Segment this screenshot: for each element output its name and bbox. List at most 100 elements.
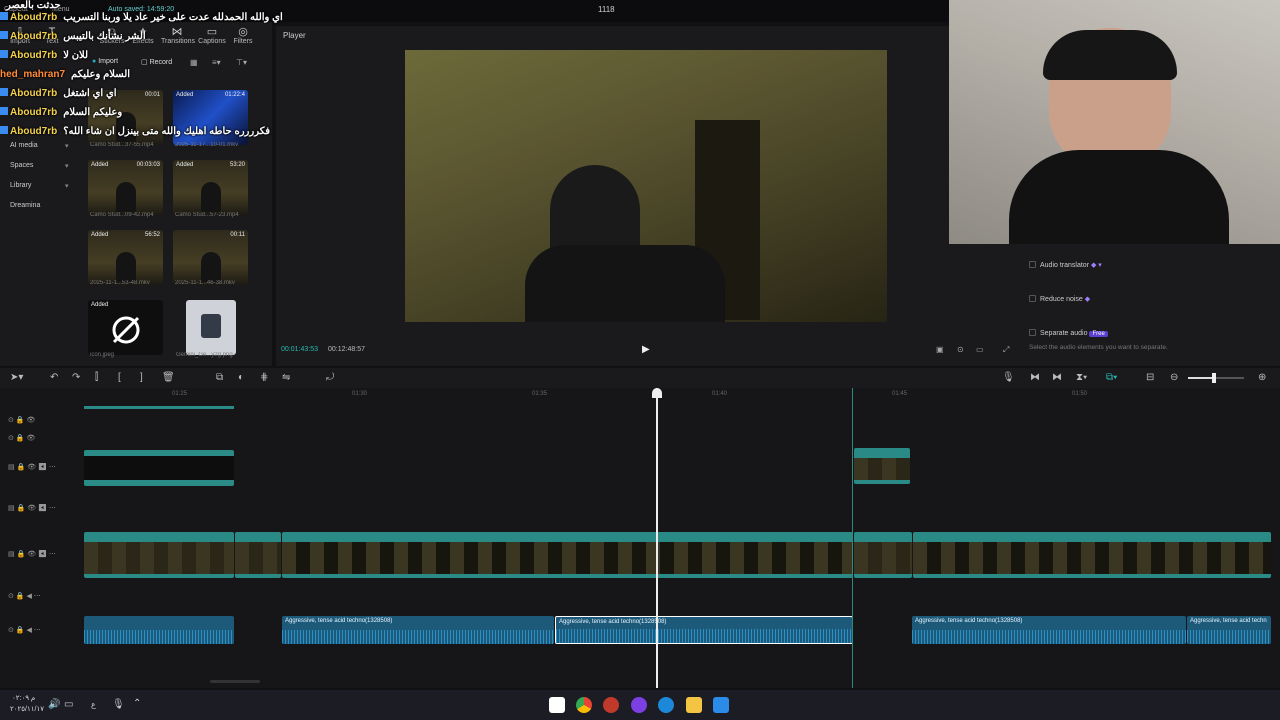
sort-icon[interactable]: ≡▾ — [212, 58, 221, 67]
media-thumb[interactable]: 00:11 — [173, 230, 248, 285]
redo-icon[interactable]: ↷ — [72, 372, 80, 383]
volume-icon[interactable]: 🔊 — [48, 699, 60, 710]
checkbox[interactable] — [1029, 261, 1036, 268]
time-ruler[interactable]: 01:25 01:30 01:35 01:40 01:45 01:50 — [84, 388, 1280, 402]
tool-captions[interactable]: ▭ Captions — [196, 26, 228, 45]
nav-library[interactable]: Library ▾ — [10, 182, 69, 190]
audio-clip-selected[interactable]: Aggressive, tense acid techno(1328508) — [555, 616, 853, 644]
audio-translator-option[interactable]: Audio translator ◆ ▾ — [1029, 261, 1102, 269]
date: ٢٠٢٥/١١/١٧ — [10, 706, 44, 713]
rotate-icon[interactable]: ⤾ — [326, 372, 334, 383]
compound-clip[interactable]: Compound clip13 00:00:15:49 — [913, 532, 1271, 578]
overlay-clip[interactable]: 2025-11-17 10-53- — [854, 448, 910, 484]
track-controls[interactable]: ⊙ 🔒 ◀ ⋯ — [8, 626, 41, 634]
zoom-out-icon[interactable]: ⊖ — [1170, 372, 1178, 383]
chevron-down-icon: ▾ — [65, 143, 69, 150]
separate-audio-option[interactable]: Separate audio Free — [1029, 329, 1108, 337]
video-clip[interactable]: 2025-11-17 10- — [235, 532, 281, 578]
link-icon[interactable]: ⧓ — [1030, 372, 1040, 383]
network-icon[interactable]: ▭ — [64, 699, 73, 710]
obs-icon[interactable] — [631, 697, 647, 713]
crop-icon[interactable]: ⧉ — [216, 372, 223, 383]
audio-clip[interactable] — [84, 616, 234, 644]
nav-spaces[interactable]: Spaces ▾ — [10, 162, 69, 170]
filter-icon[interactable]: ⊤▾ — [236, 58, 247, 67]
shirt — [1009, 150, 1229, 244]
reverse-icon[interactable]: ⇋ — [282, 372, 290, 383]
fullscreen-icon[interactable]: ⤢ — [1003, 345, 1009, 355]
compound-clip[interactable]: Compound clip — [854, 532, 912, 578]
zoom-in-icon[interactable]: ⊕ — [1258, 372, 1266, 383]
playhead[interactable] — [652, 388, 662, 688]
reduce-noise-option[interactable]: Reduce noise ◆ — [1029, 295, 1090, 303]
audio-clip[interactable]: Aggressive, tense acid techno(1328508) — [912, 616, 1186, 644]
track-controls[interactable]: ▤ 🔒 👁 ◀ ⋯ — [8, 504, 56, 512]
nav-ai-media[interactable]: AI media ▾ — [10, 142, 69, 150]
media-thumb[interactable]: Added 56:52 — [88, 230, 163, 285]
zoom-slider[interactable] — [1188, 373, 1244, 383]
waveform — [912, 630, 1186, 644]
chat-message: Aboud7rb للان لا — [0, 50, 88, 61]
separate-hint: Select the audio elements you want to se… — [1029, 344, 1168, 351]
preview-axis-icon[interactable]: ⧗▾ — [1076, 372, 1087, 383]
play-icon[interactable]: ▶ — [642, 344, 650, 355]
compound-clip[interactable]: Compound clip10 00:00:15:49 — [282, 532, 853, 578]
track-controls[interactable]: ⊙ 🔒 👁 — [8, 416, 35, 424]
record-button[interactable]: ▢ Record — [141, 58, 172, 66]
microphone-icon[interactable]: 🎙 — [1002, 372, 1015, 383]
magnet-icon[interactable]: ⧉▾ — [1106, 372, 1117, 383]
playhead-handle[interactable] — [652, 388, 662, 398]
chat-message: Aboud7rb اي والله الحمدلله عدت على خير عا… — [0, 12, 283, 23]
freeze-icon[interactable]: ⋕ — [260, 372, 268, 383]
media-thumb[interactable]: Added 00:03:03 — [88, 160, 163, 215]
snap-icon[interactable]: ⧓ — [1052, 372, 1062, 383]
waveform — [282, 630, 554, 644]
app-icon[interactable] — [603, 697, 619, 713]
edge-icon[interactable] — [658, 697, 674, 713]
audio-clip[interactable]: Aggressive, tense acid techno(1328508) — [282, 616, 554, 644]
capcut-icon[interactable] — [549, 697, 565, 713]
language-indicator[interactable]: ع — [91, 700, 96, 709]
checkbox[interactable] — [1029, 295, 1036, 302]
chevron-up-icon[interactable]: ⌃ — [133, 698, 141, 709]
track-controls[interactable]: ⊙ 🔒 👁 — [8, 434, 35, 442]
folder-icon[interactable] — [686, 697, 702, 713]
horizontal-scrollbar[interactable] — [210, 680, 260, 683]
overlay-clip[interactable] — [84, 450, 234, 486]
screenshot-icon[interactable]: ⊙ — [957, 345, 964, 354]
undo-icon[interactable]: ↶ — [50, 372, 58, 383]
ratio-icon[interactable]: ▭ — [976, 345, 984, 354]
chrome-icon[interactable] — [576, 697, 592, 713]
windows-start-icon[interactable] — [713, 697, 729, 713]
audio-clip[interactable]: Aggressive, tense acid techn — [1187, 616, 1271, 644]
total-time: 00:12:48:57 — [328, 346, 365, 353]
media-thumb[interactable] — [186, 300, 236, 355]
video-clip[interactable]: ai 00:00:07:37 — [84, 532, 234, 578]
nav-dreamina[interactable]: Dreamina — [10, 202, 40, 209]
media-name: Gemini_Ge...y2g.png — [176, 352, 233, 358]
video-preview[interactable] — [405, 50, 887, 322]
tool-filters[interactable]: ◎ Filters — [227, 26, 259, 45]
fit-timeline-icon[interactable]: ⊟ — [1146, 372, 1154, 383]
track-controls[interactable]: ⊙ 🔒 ◀ ⋯ — [8, 592, 41, 600]
grid-view-icon[interactable]: ▦ — [190, 58, 198, 67]
import-button[interactable]: ● Import — [92, 58, 118, 65]
media-thumb[interactable]: Added — [88, 300, 163, 355]
media-thumb[interactable]: Added 53:20 — [173, 160, 248, 215]
mask-icon[interactable]: ◐ — [238, 372, 244, 383]
media-name: Camo Stud...37-55.mp4 — [90, 142, 154, 148]
adjustment-bar[interactable] — [84, 406, 234, 409]
checkbox[interactable] — [1029, 329, 1036, 336]
tool-transitions[interactable]: ⋈ Transitions — [161, 26, 195, 45]
track-controls[interactable]: ▤ 🔒 👁 ◀ ⋯ — [8, 463, 56, 471]
split-icon[interactable]: ⫿ — [95, 372, 98, 383]
delete-icon[interactable]: 🗑 — [162, 372, 175, 383]
fit-icon[interactable]: ▣ — [936, 345, 944, 354]
mic-icon[interactable]: 🎙 — [112, 699, 125, 710]
select-tool-icon[interactable]: ➤▾ — [10, 372, 23, 383]
zoom-handle[interactable] — [1212, 373, 1216, 383]
media-name: 2025-11-1...53-48.mkv — [90, 280, 150, 286]
trim-right-icon[interactable]: ] — [140, 372, 143, 383]
trim-left-icon[interactable]: [ — [118, 372, 121, 383]
track-controls[interactable]: ▤ 🔒 👁 ◀ ⋯ — [8, 550, 56, 558]
